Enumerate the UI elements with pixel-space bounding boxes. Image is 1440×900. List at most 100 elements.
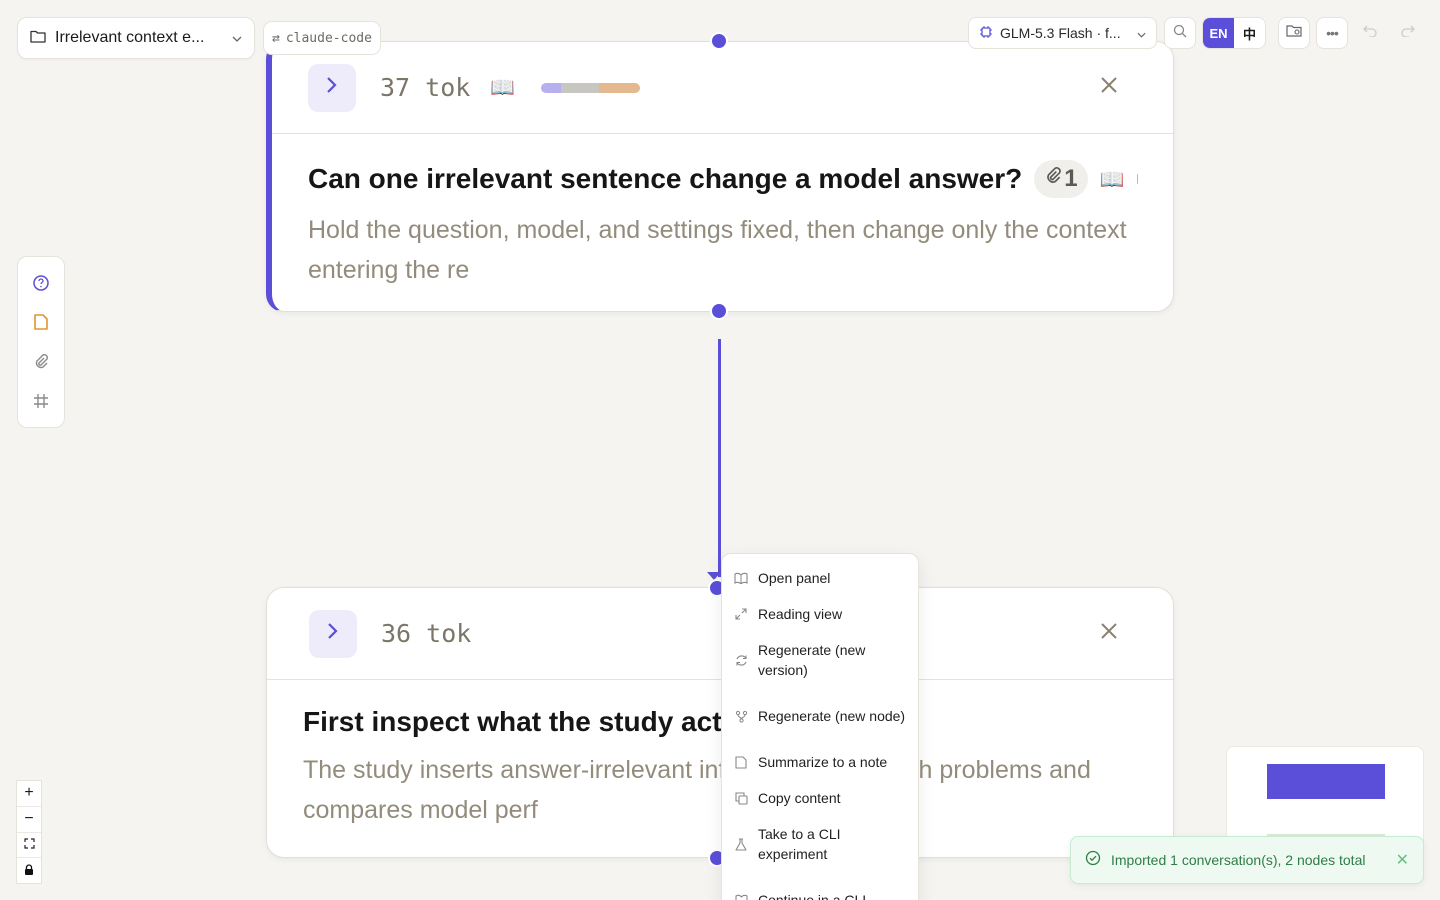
menu-item-label: Open panel [758,570,831,586]
flask-icon [734,837,748,851]
paperclip-icon [1044,165,1062,193]
node-title: Can one irrelevant sentence change a mod… [308,160,1137,198]
language-toggle[interactable]: EN 中 [1202,17,1266,49]
redo-icon [1401,24,1415,42]
node-card[interactable]: 37 tok 📖 Can one irrelevant sentence cha… [266,41,1174,312]
agent-name: claude-code [285,30,372,46]
token-count: 37 tok [380,73,471,102]
terminal-icon [734,894,748,900]
menu-item-copy[interactable]: Copy content [722,780,918,816]
menu-item-summarize[interactable]: Summarize to a note [722,744,918,780]
undo-icon [1363,24,1377,42]
usage-segment [598,82,641,93]
close-icon[interactable]: ✕ [1396,850,1409,870]
fit-view-button[interactable] [17,833,41,859]
model-name: GLM-5.3 Flash · f... [1000,25,1121,41]
lock-button[interactable] [17,858,41,883]
search-icon [1173,24,1187,43]
agent-pill[interactable]: ⇄ claude-code [263,21,381,55]
node-port-bottom[interactable] [710,302,728,320]
swap-icon: ⇄ [272,30,280,46]
chevron-down-icon [232,29,242,47]
close-node-button[interactable] [1097,76,1121,100]
node-header: 36 tok [267,588,1173,680]
plus-icon: + [24,784,34,802]
minus-icon: − [24,810,34,828]
node-port-top[interactable] [710,32,728,50]
more-button[interactable]: ••• [1316,17,1348,49]
project-name: Irrelevant context e... [55,29,205,46]
attachment-badge[interactable]: 1 [1034,160,1088,198]
node-description: The study inserts answer-irrelevant info… [303,756,1091,824]
menu-item-regenerate-version[interactable]: Regenerate (new version) [722,632,918,688]
lang-zh[interactable]: 中 [1234,18,1265,48]
zoom-out-button[interactable]: − [17,807,41,833]
refresh-icon [734,654,748,667]
menu-item-label: Summarize to a note [758,754,888,770]
note-icon [734,755,748,769]
book-open-icon [734,572,748,584]
menu-item-label: Regenerate (new version) [758,642,866,678]
zoom-controls: + − [16,780,42,884]
node-body: Can one irrelevant sentence change a mod… [272,134,1173,290]
menu-item-open-panel[interactable]: Open panel [722,560,918,596]
context-menu: Open panel Reading view Regenerate (new … [721,553,919,900]
toast-message: Imported 1 conversation(s), 2 nodes tota… [1111,852,1366,868]
menu-item-regenerate-node[interactable]: Regenerate (new node) [722,688,918,744]
menu-item-cli-experiment[interactable]: Take to a CLI experiment [722,816,918,872]
chip-icon [979,25,993,42]
search-button[interactable] [1164,17,1196,49]
left-toolbar [17,256,65,428]
chevron-right-icon [327,622,339,645]
node-card[interactable]: 36 tok First inspect what the study actu… [266,587,1174,858]
expand-button[interactable] [308,63,356,112]
copy-icon [734,791,748,805]
node-header: 37 tok 📖 [272,42,1173,134]
minimap-node [1267,764,1385,799]
menu-item-label: Reading view [758,606,843,622]
menu-item-label: Regenerate (new node) [758,708,906,724]
branch-icon [734,710,748,723]
close-node-button[interactable] [1097,622,1121,646]
menu-item-reading-view[interactable]: Reading view [722,596,918,632]
context-usage-bar [541,82,641,93]
node-title: First inspect what the study actually te… [303,706,1137,738]
success-toast: Imported 1 conversation(s), 2 nodes tota… [1070,836,1424,884]
expand-button[interactable] [309,609,357,658]
usage-segment [561,82,599,93]
check-circle-icon [1085,850,1101,871]
folder-sync-button[interactable] [1278,17,1310,49]
lock-icon [24,862,34,880]
fit-view-icon [23,836,35,854]
book-icon: 📖 [490,77,516,99]
close-icon [1100,76,1118,99]
lang-en[interactable]: EN [1203,18,1234,48]
edge-connector [718,339,721,577]
more-icon: ••• [1326,25,1339,41]
attachment-count: 1 [1064,165,1078,192]
usage-segment [541,82,562,93]
chevron-right-icon [326,76,338,99]
frame-icon[interactable] [29,389,53,413]
question-bubble-icon[interactable] [29,271,53,295]
chevron-down-icon [1137,25,1146,41]
folder-sync-icon [1286,24,1302,43]
menu-item-label: Take to a CLI experiment [758,826,841,862]
model-select[interactable]: GLM-5.3 Flash · f... [968,17,1157,49]
node-description: Hold the question, model, and settings f… [308,216,1127,284]
menu-item-label: Continue in a CLI [758,892,867,900]
expand-icon [734,608,748,620]
book-icon: 📖 [1099,168,1125,191]
note-icon[interactable] [29,310,53,334]
undo-button[interactable] [1354,17,1386,49]
node-body: First inspect what the study actually te… [267,680,1173,830]
project-select[interactable]: Irrelevant context e... [17,17,255,59]
zoom-in-button[interactable]: + [17,781,41,807]
paperclip-icon[interactable] [29,350,53,374]
folder-icon [30,29,46,48]
menu-item-continue-cli[interactable]: Continue in a CLI [722,872,918,900]
token-count: 36 tok [381,619,472,648]
close-icon [1100,622,1118,645]
menu-item-label: Copy content [758,790,841,806]
redo-button[interactable] [1392,17,1424,49]
